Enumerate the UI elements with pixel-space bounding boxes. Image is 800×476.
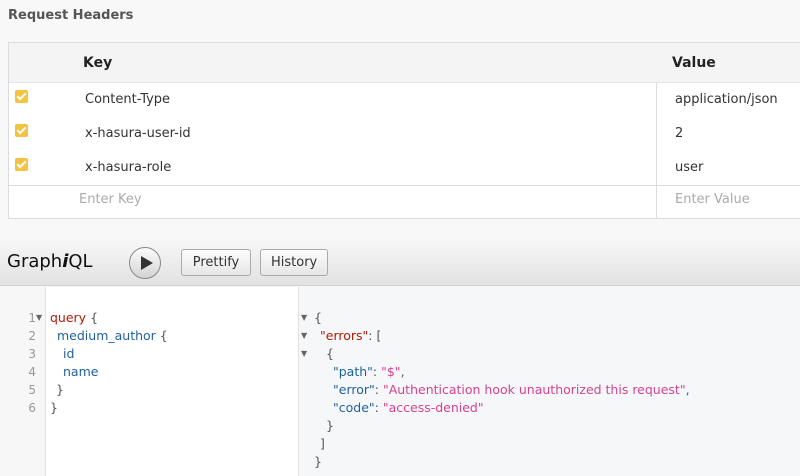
json-line: } [314,453,322,471]
code-line: id [63,345,74,363]
header-enabled-checkbox[interactable] [15,90,28,103]
json-key: "path" [333,364,373,379]
header-value[interactable]: user [675,160,703,175]
line-number: 3 [28,347,36,361]
query-keyword: query [50,310,87,325]
new-header-row [9,185,800,219]
json-line: "error": "Authentication hook unauthoriz… [333,381,690,399]
json-key: "error" [333,382,375,397]
execute-query-button[interactable] [129,247,161,279]
json-bracket: ] [320,436,325,451]
json-brace: { [314,310,322,325]
header-key[interactable]: Content-Type [85,92,170,107]
history-button[interactable]: History [260,249,328,276]
header-key[interactable]: x-hasura-user-id [85,126,191,141]
json-string: "access-denied" [382,400,484,415]
json-brace: } [314,454,322,469]
brace: } [56,382,64,397]
brace: { [86,310,99,325]
json-line: "path": "$", [333,363,405,381]
header-row: Content-Type application/json [9,83,800,117]
json-string: "Authentication hook unauthorized this r… [382,382,686,397]
line-number: 1 [28,311,36,325]
json-line: { [326,345,334,363]
header-row: x-hasura-user-id 2 [9,117,800,151]
json-string: "$" [381,364,401,379]
header-value[interactable]: 2 [675,126,683,141]
logo-prefix: Graph [7,251,63,272]
code-line: name [63,363,98,381]
prettify-button[interactable]: Prettify [181,249,251,276]
result-viewer: ▼ ▼ ▼ { "errors": [ { "path": "$", "erro… [299,287,800,476]
json-line: } [326,417,334,435]
field-name: medium_author [57,328,156,343]
header-row: x-hasura-role user [9,151,800,185]
json-brace: { [326,346,334,361]
json-punctuation: , [685,382,690,397]
line-number: 2 [28,329,36,343]
header-enabled-checkbox[interactable] [15,158,28,171]
fold-arrow-icon[interactable]: ▼ [301,349,307,358]
field-name: id [63,346,75,361]
json-line: ] [320,435,325,453]
json-punctuation: : [374,400,383,415]
request-headers-table: Key Value Content-Type application/json … [8,42,800,219]
editor-area: 1 2 3 4 5 6 ▼ query { medium_author { id… [0,287,800,476]
graphiql-logo: GraphiQL [7,251,93,272]
code-line: } [50,399,58,417]
column-header-value: Value [672,55,716,71]
new-header-value-input[interactable] [675,192,795,207]
line-number: 4 [28,365,36,379]
fold-arrow-icon[interactable]: ▼ [301,331,307,340]
brace: { [155,328,168,343]
header-value[interactable]: application/json [675,92,778,107]
json-key: "errors" [320,328,369,343]
fold-arrow-icon[interactable]: ▼ [301,313,307,322]
code-line: query { [50,309,98,327]
code-line: medium_author { [57,327,168,345]
json-punctuation: , [400,364,405,379]
json-line: "code": "access-denied" [333,399,484,417]
brace: } [50,400,58,415]
json-punctuation: : [374,382,383,397]
request-headers-title: Request Headers [8,8,134,23]
graphiql-toolbar: GraphiQL Prettify History [0,240,800,286]
json-line: { [314,309,322,327]
field-name: name [63,364,99,379]
column-header-key: Key [83,55,113,71]
json-key: "code" [333,400,375,415]
code-line: } [56,381,64,399]
query-editor[interactable]: 1 2 3 4 5 6 ▼ query { medium_author { id… [0,287,298,476]
header-key[interactable]: x-hasura-role [85,160,171,175]
table-header-row: Key Value [9,43,800,83]
json-brace: } [326,418,334,433]
json-punctuation: : [372,364,382,379]
new-header-key-input[interactable] [79,192,639,207]
header-enabled-checkbox[interactable] [15,124,28,137]
logo-suffix: QL [68,251,93,272]
json-punctuation: : [ [368,328,382,343]
fold-arrow-icon[interactable]: ▼ [36,313,42,322]
json-line: "errors": [ [320,327,381,345]
line-number: 5 [28,383,36,397]
line-number: 6 [28,401,36,415]
